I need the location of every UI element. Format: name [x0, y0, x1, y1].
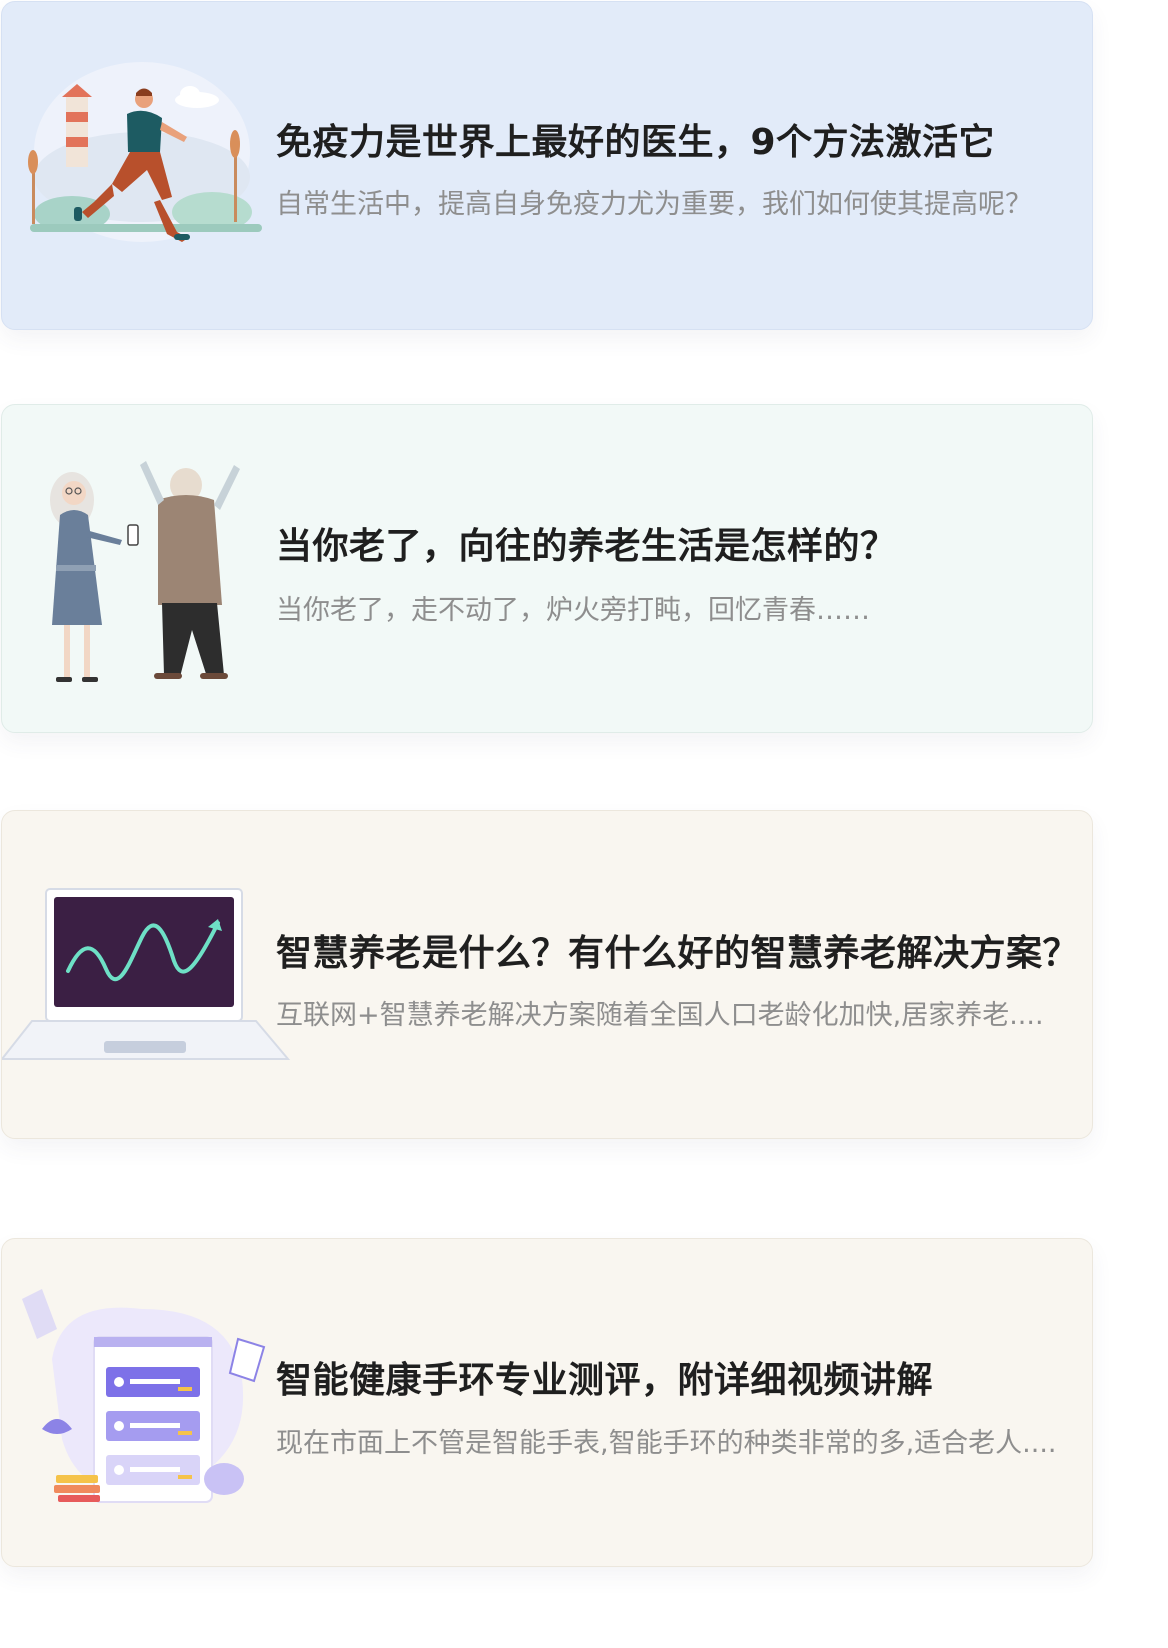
article-card[interactable]: 智能健康手环专业测评，附详细视频讲解 现在市面上不管是智能手表,智能手环的种类非… — [1, 1238, 1093, 1567]
article-feed: 免疫力是世界上最好的医生，9个方法激活它 自常生活中，提高自身免疫力尤为重要，我… — [0, 0, 1110, 1568]
elderly-couple-illustration — [2, 405, 292, 732]
article-title: 智慧养老是什么？有什么好的智慧养老解决方案？ — [276, 933, 1080, 974]
article-description: 自常生活中，提高自身免疫力尤为重要，我们如何使其提高呢？ — [276, 189, 1032, 220]
article-description: 现在市面上不管是智能手表,智能手环的种类非常的多,适合老人.... — [276, 1428, 1057, 1459]
article-title: 智能健康手环专业测评，附详细视频讲解 — [276, 1360, 934, 1401]
article-description: 当你老了，走不动了，炉火旁打盹，回忆青春…… — [276, 595, 870, 626]
laptop-chart-illustration — [2, 811, 292, 1138]
article-description: 互联网+智慧养老解决方案随着全国人口老龄化加快,居家养老.... — [276, 1000, 1044, 1031]
article-title: 免疫力是世界上最好的医生，9个方法激活它 — [276, 122, 996, 163]
running-man-illustration — [2, 2, 292, 329]
app-screen-illustration — [2, 1239, 292, 1566]
article-card[interactable]: 免疫力是世界上最好的医生，9个方法激活它 自常生活中，提高自身免疫力尤为重要，我… — [1, 1, 1093, 330]
article-card[interactable]: 智慧养老是什么？有什么好的智慧养老解决方案？ 互联网+智慧养老解决方案随着全国人… — [1, 810, 1093, 1139]
article-card[interactable]: 当你老了，向往的养老生活是怎样的？ 当你老了，走不动了，炉火旁打盹，回忆青春…… — [1, 404, 1093, 733]
article-title: 当你老了，向往的养老生活是怎样的？ — [276, 526, 897, 567]
